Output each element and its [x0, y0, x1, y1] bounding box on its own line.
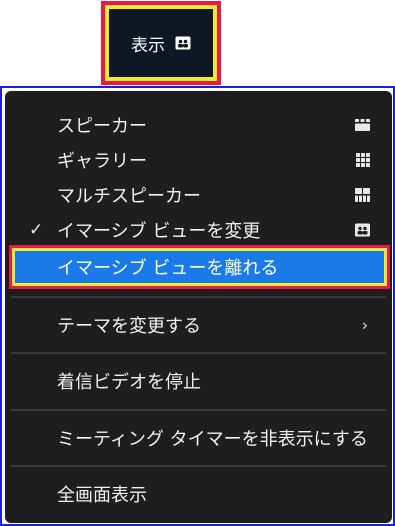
- menu-item-label: ミーティング タイマーを非表示にする: [57, 429, 368, 450]
- immersive-view-icon: [175, 36, 191, 50]
- view-menu-frame: スピーカー ギャラリー マルチスピーカー ✓ イマーシブ ビューを変更 イマーシ…: [0, 86, 395, 526]
- menu-item-fullscreen[interactable]: 全画面表示: [5, 476, 392, 512]
- menu-item-label: 全画面表示: [57, 485, 147, 506]
- menu-divider: [11, 409, 386, 411]
- menu-item-label: 着信ビデオを停止: [57, 372, 201, 393]
- gallery-view-icon: [356, 153, 370, 167]
- menu-item-label: テーマを変更する: [57, 316, 201, 337]
- immersive-view-icon: [355, 223, 370, 237]
- menu-item-hide-meeting-timer[interactable]: ミーティング タイマーを非表示にする: [5, 420, 392, 456]
- menu-item-label: イマーシブ ビューを変更: [57, 221, 261, 242]
- menu-item-label: ギャラリー: [57, 151, 147, 172]
- menu-divider: [11, 352, 386, 354]
- menu-item-label: スピーカー: [57, 116, 147, 137]
- view-button-highlight-frame: 表示: [101, 1, 221, 85]
- view-button-label: 表示: [131, 35, 165, 56]
- check-icon: ✓: [29, 220, 44, 240]
- multi-speaker-view-icon: [355, 188, 370, 202]
- chevron-right-icon: ›: [361, 315, 368, 335]
- screen: 表示 スピーカー ギャラリー マルチスピーカー ✓ イマーシブ ビューを変更 イ…: [0, 0, 395, 526]
- menu-item-speaker[interactable]: スピーカー: [5, 107, 392, 143]
- menu-divider: [11, 465, 386, 467]
- menu-item-stop-incoming-video[interactable]: 着信ビデオを停止: [5, 363, 392, 399]
- menu-item-change-theme[interactable]: テーマを変更する ›: [5, 307, 392, 343]
- menu-item-change-immersive-view[interactable]: ✓ イマーシブ ビューを変更: [5, 212, 392, 248]
- menu-item-multi-speaker[interactable]: マルチスピーカー: [5, 177, 392, 213]
- view-button[interactable]: 表示: [109, 9, 213, 77]
- menu-item-gallery[interactable]: ギャラリー: [5, 142, 392, 178]
- menu-item-leave-immersive-view[interactable]: イマーシブ ビューを離れる: [5, 249, 392, 285]
- view-menu: スピーカー ギャラリー マルチスピーカー ✓ イマーシブ ビューを変更 イマーシ…: [5, 91, 392, 523]
- speaker-view-icon: [355, 119, 370, 131]
- menu-divider: [11, 296, 386, 298]
- menu-item-label: マルチスピーカー: [57, 186, 201, 207]
- menu-item-label: イマーシブ ビューを離れる: [57, 258, 279, 279]
